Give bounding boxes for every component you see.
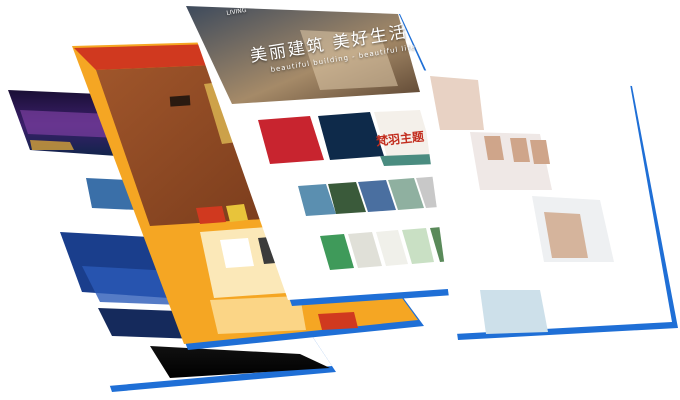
website-mockup-collage: [4, 4, 678, 392]
page-fashion-theme: [418, 70, 678, 340]
